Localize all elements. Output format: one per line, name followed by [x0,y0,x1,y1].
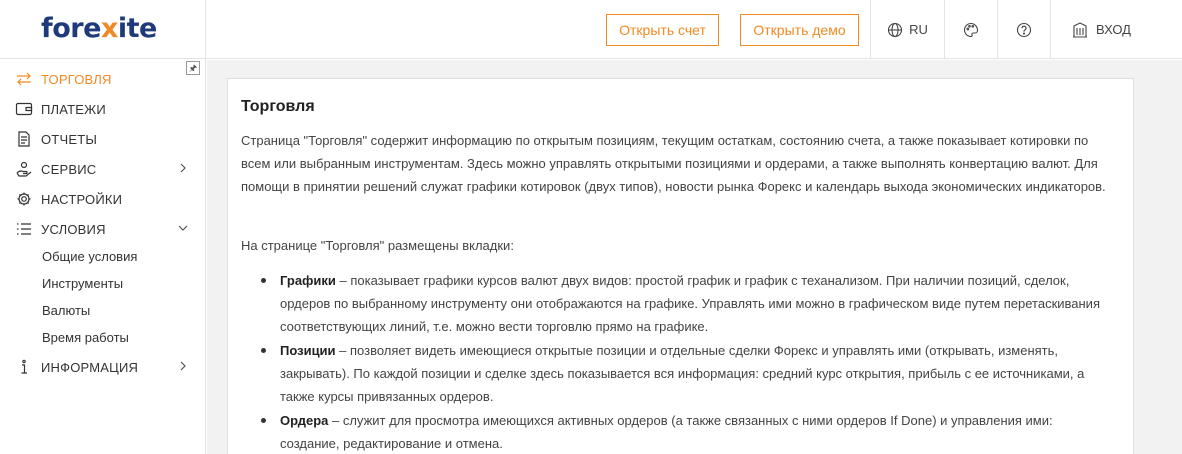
theme-button[interactable] [945,0,997,59]
top-header: forexite Открыть счет Открыть демо RU ВХ… [0,0,1182,59]
help-icon [1016,22,1032,37]
document-icon [18,131,30,147]
list-item: Графики – показывает графики курсов валю… [261,269,1101,338]
gear-icon [17,192,31,206]
globe-icon [888,22,903,37]
sidebar-item-payments[interactable]: ПЛАТЕЖИ [0,94,206,124]
sidebar-item-label: ИНФОРМАЦИЯ [41,359,139,375]
sidebar-item-conditions[interactable]: УСЛОВИЯ [0,214,206,244]
content-panel: Торговля Страница "Торговля" содержит ин… [227,78,1134,454]
login-label: ВХОД [1096,22,1131,37]
list-item: Ордера – служит для просмотра имеющихся … [261,409,1101,454]
sidebar-item-service[interactable]: СЕРВИС [0,154,206,184]
sidebar-item-reports[interactable]: ОТЧЕТЫ [0,124,206,154]
page-title: Торговля [241,98,315,115]
logo-area: forexite [0,0,206,59]
submenu-item-currencies[interactable]: Валюты [42,297,90,324]
tabs-list: Графики – показывает графики курсов валю… [261,269,1101,454]
list-icon [17,223,31,235]
sidebar-item-information[interactable]: ИНФОРМАЦИЯ [0,352,206,382]
open-demo-button[interactable]: Открыть демо [740,14,859,46]
palette-icon [963,22,979,37]
sidebar: 🖈 ТОРГОВЛЯ ПЛАТЕЖИ ОТЧЕТЫ СЕРВИС НАСТРОЙ… [0,59,206,454]
tabs-intro-paragraph: На странице "Торговля" размещены вкладки… [241,238,514,253]
sidebar-item-label: ОТЧЕТЫ [41,131,98,147]
info-icon [21,359,27,374]
submenu-item-general-conditions[interactable]: Общие условия [42,243,137,270]
chevron-down-icon [178,225,188,231]
service-hand-icon [16,161,32,177]
chevron-right-icon [180,163,186,173]
open-account-button[interactable]: Открыть счет [606,14,719,46]
language-selector[interactable]: RU [871,0,944,59]
submenu-item-instruments[interactable]: Инструменты [42,270,123,297]
bank-icon [1073,22,1087,38]
sidebar-item-trading[interactable]: ТОРГОВЛЯ [0,64,206,94]
help-button[interactable] [998,0,1050,59]
language-label: RU [909,22,928,37]
wallet-icon [15,102,33,116]
sidebar-item-label: УСЛОВИЯ [41,221,106,237]
intro-paragraph: Страница "Торговля" содержит информацию … [241,133,1106,194]
sidebar-item-label: ТОРГОВЛЯ [41,71,112,87]
sidebar-item-label: НАСТРОЙКИ [41,191,123,207]
sidebar-item-label: СЕРВИС [41,161,97,177]
sidebar-item-label: ПЛАТЕЖИ [41,101,106,117]
sidebar-item-settings[interactable]: НАСТРОЙКИ [0,184,206,214]
list-item: Позиции – позволяет видеть имеющиеся отк… [261,339,1101,408]
chevron-right-icon [180,361,186,371]
exchange-arrows-icon [17,72,31,86]
forexite-logo[interactable]: forexite [41,13,157,44]
submenu-item-working-hours[interactable]: Время работы [42,324,129,351]
login-button[interactable]: ВХОД [1051,0,1151,59]
